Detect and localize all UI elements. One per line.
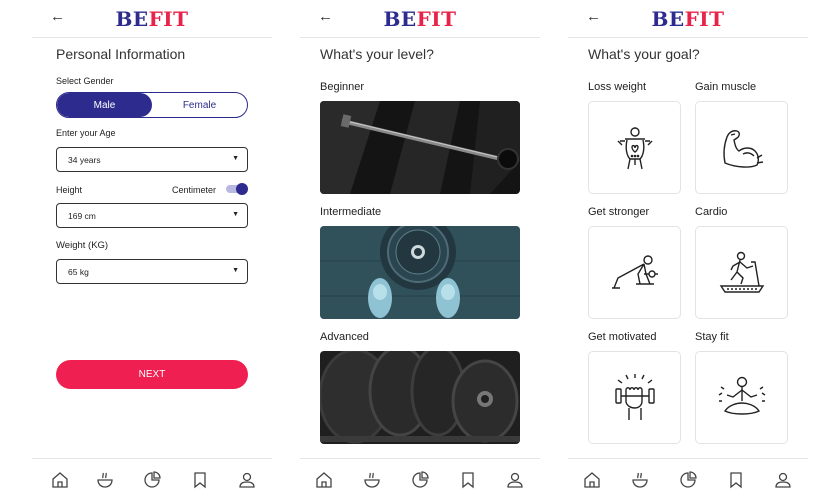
level-screen: ← BEFIT What's your level? Beginner Inte…: [300, 0, 540, 500]
level-advanced-label: Advanced: [320, 331, 369, 343]
goal-stay-fit-card[interactable]: [695, 351, 788, 444]
goal-cardio-label: Cardio: [695, 206, 728, 218]
pie-chart-icon[interactable]: [142, 470, 162, 490]
top-bar: ← BEFIT: [568, 0, 808, 38]
level-beginner-card[interactable]: [320, 101, 520, 194]
next-button[interactable]: NEXT: [56, 360, 248, 389]
bowl-icon[interactable]: [362, 470, 382, 490]
bottom-nav: [32, 458, 272, 500]
weight-loss-icon: [617, 126, 652, 169]
befit-logo: BEFIT: [115, 7, 189, 31]
page-title: Personal Information: [56, 46, 186, 62]
bottom-nav: [300, 458, 540, 500]
pie-chart-icon[interactable]: [678, 470, 698, 490]
gender-label: Select Gender: [56, 76, 114, 86]
befit-logo: BEFIT: [651, 7, 725, 31]
height-unit-label: Centimeter: [172, 185, 217, 195]
top-bar: ← BEFIT: [32, 0, 272, 38]
weight-select[interactable]: 65 kg ▼: [56, 259, 248, 284]
bookmark-icon[interactable]: [458, 470, 478, 490]
height-label: Height: [56, 185, 83, 195]
pie-chart-icon[interactable]: [410, 470, 430, 490]
barbell-photo: [320, 101, 520, 194]
bookmark-icon[interactable]: [190, 470, 210, 490]
meditation-icon: [718, 376, 765, 415]
age-value: 34 years: [68, 154, 101, 165]
home-icon[interactable]: [582, 470, 602, 490]
unit-toggle[interactable]: [226, 183, 248, 195]
goal-get-motivated-label: Get motivated: [588, 331, 657, 343]
height-value: 169 cm: [68, 210, 96, 221]
top-bar: ← BEFIT: [300, 0, 540, 38]
profile-icon[interactable]: [773, 470, 793, 490]
dropdown-caret-icon: ▼: [232, 155, 239, 162]
bookmark-icon[interactable]: [726, 470, 746, 490]
personal-info-screen: ← BEFIT Personal Information Select Gend…: [32, 0, 272, 500]
plate-shoes-photo: [320, 226, 520, 319]
dropdown-caret-icon: ▼: [232, 211, 239, 218]
bowl-icon[interactable]: [95, 470, 115, 490]
weight-value: 65 kg: [68, 266, 89, 277]
goal-loss-weight-card[interactable]: [588, 101, 681, 194]
height-select[interactable]: 169 cm ▼: [56, 203, 248, 228]
goal-get-motivated-card[interactable]: [588, 351, 681, 444]
home-icon[interactable]: [314, 470, 334, 490]
pushup-icon: [611, 254, 658, 289]
bottom-nav: [568, 458, 808, 500]
goal-get-stronger-label: Get stronger: [588, 206, 650, 218]
page-title: What's your level?: [320, 46, 434, 62]
bicep-icon: [722, 129, 763, 168]
gender-male-option[interactable]: Male: [57, 93, 152, 117]
profile-icon[interactable]: [505, 470, 525, 490]
level-advanced-card[interactable]: [320, 351, 520, 444]
goal-cardio-card[interactable]: [695, 226, 788, 319]
befit-logo: BEFIT: [383, 7, 457, 31]
goal-stay-fit-label: Stay fit: [695, 331, 729, 343]
bowl-icon[interactable]: [630, 470, 650, 490]
fist-dumbbell-icon: [614, 373, 655, 420]
level-beginner-label: Beginner: [320, 81, 365, 93]
home-icon[interactable]: [50, 470, 70, 490]
weight-plates-photo: [320, 351, 520, 444]
page-title: What's your goal?: [588, 46, 700, 62]
goal-loss-weight-label: Loss weight: [588, 81, 647, 93]
goal-gain-muscle-label: Gain muscle: [695, 81, 757, 93]
gender-female-option[interactable]: Female: [152, 93, 247, 117]
goal-get-stronger-card[interactable]: [588, 226, 681, 319]
goal-screen: ← BEFIT What's your goal? Loss weight Ga…: [568, 0, 808, 500]
profile-icon[interactable]: [237, 470, 257, 490]
goal-gain-muscle-card[interactable]: [695, 101, 788, 194]
treadmill-icon: [719, 251, 764, 293]
age-label: Enter your Age: [56, 128, 116, 138]
age-select[interactable]: 34 years ▼: [56, 147, 248, 172]
level-intermediate-card[interactable]: [320, 226, 520, 319]
weight-label: Weight (KG): [56, 240, 109, 251]
dropdown-caret-icon: ▼: [232, 267, 239, 274]
level-intermediate-label: Intermediate: [320, 206, 382, 218]
gender-selector: Male Female: [56, 92, 248, 118]
